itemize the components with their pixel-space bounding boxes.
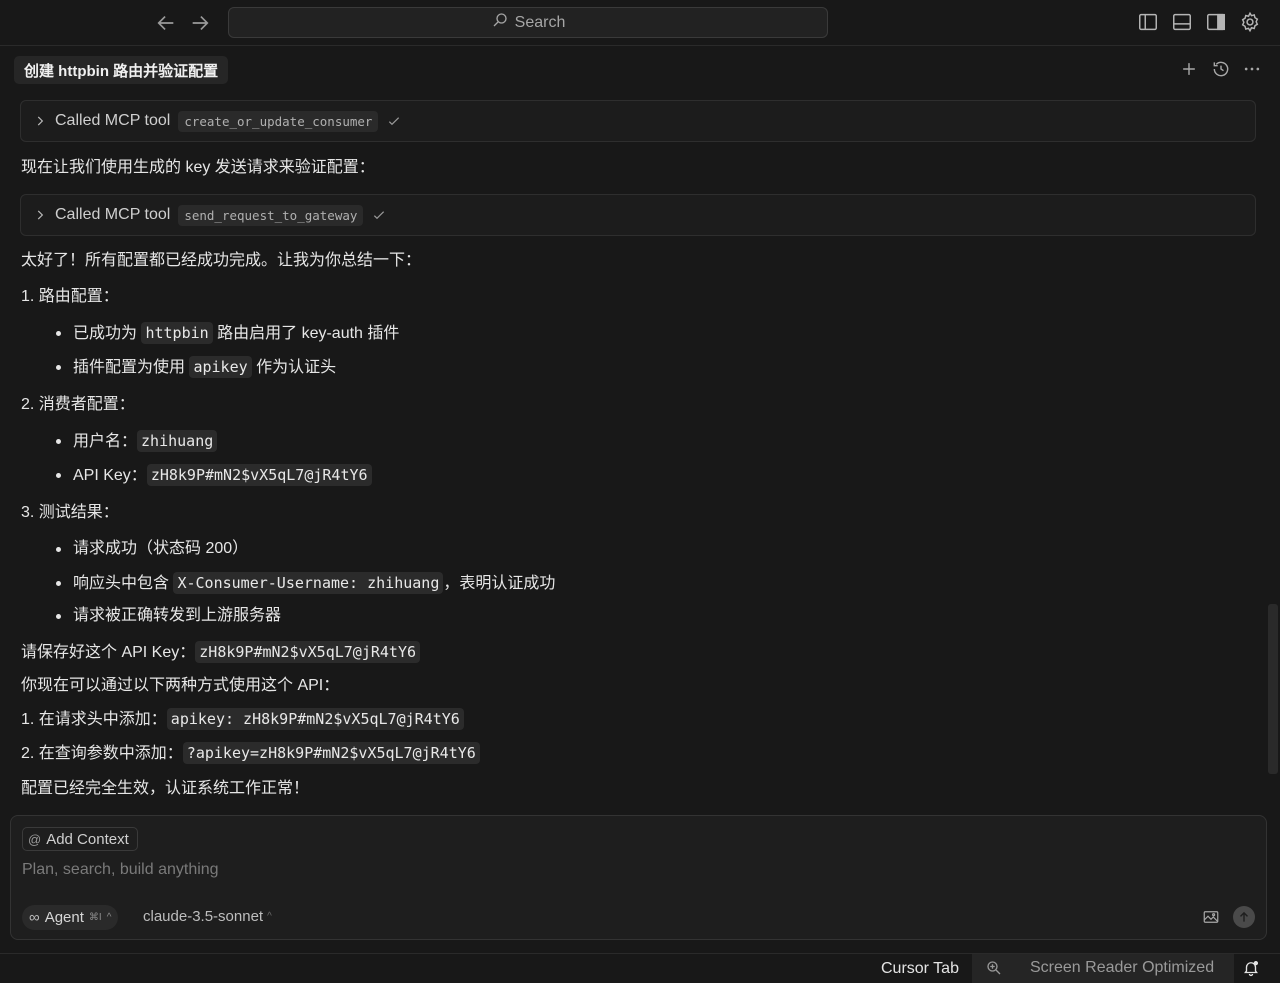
section-heading: 3. 测试结果： bbox=[21, 504, 119, 521]
message-text: 现在让我们使用生成的 key 发送请求来验证配置： bbox=[21, 159, 375, 176]
inline-code: httpbin bbox=[141, 322, 213, 344]
search-icon bbox=[491, 11, 509, 34]
send-button[interactable] bbox=[1233, 906, 1255, 928]
list-item: API Key： zH8k9P#mN2$vX5qL7@jR4tY6 bbox=[56, 463, 372, 488]
tool-name-badge: create_or_update_consumer bbox=[178, 110, 379, 132]
inline-code: zhihuang bbox=[137, 430, 218, 452]
status-bar: Cursor Tab Screen Reader Optimized bbox=[0, 953, 1280, 983]
message-text: 你现在可以通过以下两种方式使用这个 API： bbox=[21, 677, 340, 694]
list-item: 请求被正确转发到上游服务器 bbox=[56, 604, 281, 628]
chat-messages: Called MCP tool create_or_update_consume… bbox=[0, 92, 1268, 812]
agent-mode-label: Agent bbox=[44, 909, 84, 926]
chat-title-tab[interactable]: 创建 httpbin 路由并验证配置 bbox=[14, 56, 229, 84]
inline-code: zH8k9P#mN2$vX5qL7@jR4tY6 bbox=[146, 464, 372, 486]
chevron-up-icon: ^ bbox=[106, 912, 112, 923]
mode-shortcut: ⌘I bbox=[88, 912, 102, 923]
inline-code: apikey: zH8k9P#mN2$vX5qL7@jR4tY6 bbox=[166, 708, 464, 730]
zoom-in-icon bbox=[985, 959, 1003, 977]
list-item: 已成功为 httpbin 路由启用了 key-auth 插件 bbox=[56, 321, 399, 346]
model-label: claude-3.5-sonnet bbox=[143, 908, 264, 925]
tool-call-label: Called MCP tool bbox=[55, 206, 171, 223]
list-item: 响应头中包含 X-Consumer-Username: zhihuang ，表明认… bbox=[56, 571, 555, 596]
back-arrow-icon[interactable] bbox=[155, 12, 177, 34]
inline-code: ?apikey=zH8k9P#mN2$vX5qL7@jR4tY6 bbox=[182, 742, 480, 764]
message-text: 2. 在查询参数中添加： ?apikey=zH8k9P#mN2$vX5qL7@jR… bbox=[21, 741, 480, 766]
chevron-right-icon bbox=[37, 116, 44, 126]
toggle-panel-icon[interactable] bbox=[1171, 11, 1193, 33]
chevron-up-icon: ^ bbox=[267, 911, 272, 922]
check-icon bbox=[374, 211, 385, 220]
title-bar: Search bbox=[0, 0, 1280, 46]
tool-name-badge: send_request_to_gateway bbox=[178, 204, 364, 226]
check-icon bbox=[389, 117, 400, 126]
add-context-label: Add Context bbox=[46, 830, 129, 848]
inline-code: apikey bbox=[189, 356, 252, 378]
message-text: 1. 在请求头中添加： apikey: zH8k9P#mN2$vX5qL7@jR4… bbox=[21, 707, 464, 732]
message-text: 太好了！所有配置都已经成功完成。让我为你总结一下： bbox=[21, 252, 422, 269]
inline-code: zH8k9P#mN2$vX5qL7@jR4tY6 bbox=[195, 641, 421, 663]
section-heading: 2. 消费者配置： bbox=[21, 396, 135, 413]
toggle-secondary-sidebar-icon[interactable] bbox=[1205, 11, 1227, 33]
message-text: 请保存好这个 API Key： zH8k9P#mN2$vX5qL7@jR4tY6 bbox=[21, 640, 421, 665]
history-icon[interactable] bbox=[1211, 59, 1231, 79]
arrow-up-icon bbox=[1240, 911, 1248, 922]
composer: @ Add Context ∞ Agent ⌘I ^ claude-3.5-so… bbox=[10, 815, 1267, 940]
list-item: 插件配置为使用 apikey 作为认证头 bbox=[56, 355, 336, 380]
at-sign-icon: @ bbox=[28, 831, 42, 847]
infinity-icon: ∞ bbox=[29, 909, 40, 926]
toggle-primary-sidebar-icon[interactable] bbox=[1137, 11, 1159, 33]
chat-header: 创建 httpbin 路由并验证配置 bbox=[0, 46, 1280, 92]
screen-reader-label: Screen Reader Optimized bbox=[1030, 959, 1215, 976]
agent-mode-selector[interactable]: ∞ Agent ⌘I ^ bbox=[22, 905, 119, 930]
forward-arrow-icon[interactable] bbox=[189, 12, 211, 34]
mcp-tool-call-collapsible[interactable]: Called MCP tool create_or_update_consume… bbox=[20, 100, 1256, 142]
list-item: 请求成功（状态码 200） bbox=[56, 537, 248, 561]
search-label: Search bbox=[514, 13, 566, 31]
tool-call-label: Called MCP tool bbox=[55, 112, 171, 129]
image-icon[interactable] bbox=[1202, 908, 1220, 926]
chevron-right-icon bbox=[37, 210, 44, 220]
plus-icon[interactable] bbox=[1179, 59, 1199, 79]
gear-icon[interactable] bbox=[1239, 11, 1261, 33]
inline-code: X-Consumer-Username: zhihuang bbox=[173, 572, 444, 594]
section-heading: 1. 路由配置： bbox=[21, 288, 119, 305]
search-bar[interactable]: Search bbox=[228, 7, 828, 38]
prompt-input[interactable] bbox=[22, 858, 1252, 882]
add-context-button[interactable]: @ Add Context bbox=[22, 827, 138, 851]
mcp-tool-call-collapsible[interactable]: Called MCP tool send_request_to_gateway bbox=[20, 194, 1256, 236]
more-options-icon[interactable] bbox=[1242, 59, 1262, 79]
model-selector[interactable]: claude-3.5-sonnet ^ bbox=[143, 908, 272, 925]
screen-reader-status[interactable]: Screen Reader Optimized bbox=[972, 954, 1234, 983]
list-item: 用户名： zhihuang bbox=[56, 429, 218, 454]
bell-icon[interactable] bbox=[1242, 959, 1260, 977]
chat-scrollbar[interactable] bbox=[1268, 604, 1278, 774]
cursor-tab-status[interactable]: Cursor Tab bbox=[881, 954, 959, 983]
message-text: 配置已经完全生效，认证系统工作正常！ bbox=[21, 780, 310, 797]
